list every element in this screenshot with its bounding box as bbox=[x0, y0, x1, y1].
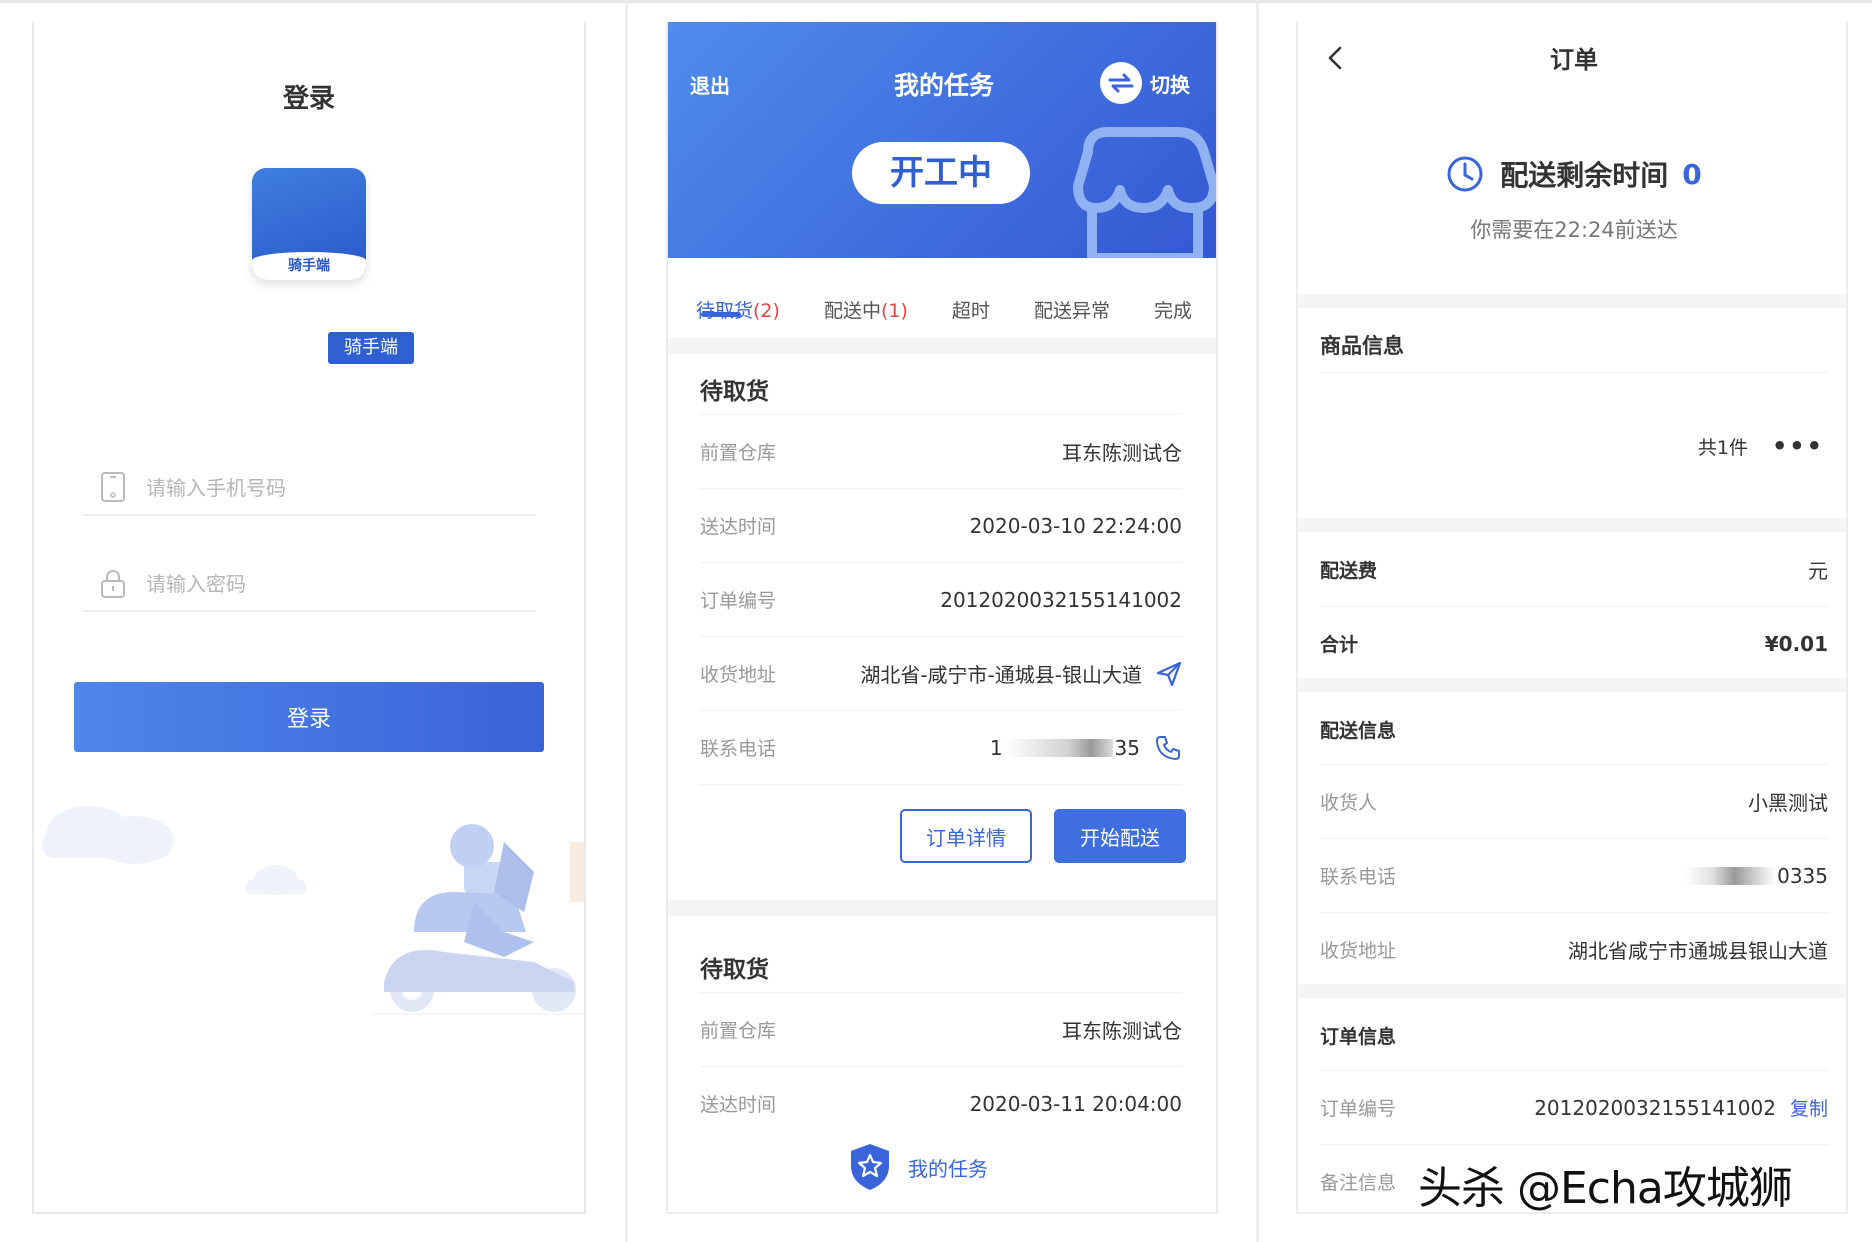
lock-icon bbox=[101, 570, 125, 598]
login-screen: 登录 骑手端 骑手端 登录 bbox=[32, 22, 586, 1214]
phone-row: 联系电话 0335 bbox=[1320, 838, 1828, 912]
section-gap-4 bbox=[1298, 984, 1846, 998]
card1-row-order-no: 订单编号 2012020032155141002 bbox=[700, 562, 1182, 636]
top-border bbox=[0, 0, 1872, 3]
card1-row-delivery-time: 送达时间 2020-03-10 22:24:00 bbox=[700, 488, 1182, 562]
card2-title: 待取货 bbox=[700, 957, 769, 983]
app-logo-text: 骑手端 bbox=[252, 252, 366, 280]
section-gap bbox=[1298, 294, 1846, 308]
items-summary: 共1件 ••• bbox=[1697, 432, 1824, 460]
task-tabs: 待取货(2) 配送中(1) 超时 配送异常 完成 bbox=[668, 258, 1216, 344]
clock-icon bbox=[1447, 156, 1483, 192]
password-input[interactable] bbox=[146, 566, 506, 602]
card1-row-address: 收货地址 湖北省-咸宁市-通城县-银山大道 bbox=[700, 636, 1182, 710]
section-gap-3 bbox=[1298, 678, 1846, 692]
order-section-title: 订单信息 bbox=[1320, 1026, 1397, 1048]
active-tab-indicator bbox=[701, 312, 741, 317]
tasks-header: 退出 我的任务 切换 开工中 bbox=[668, 22, 1216, 258]
goods-divider bbox=[1320, 372, 1828, 373]
bottom-nav-my-tasks[interactable]: 我的任务 bbox=[848, 1142, 988, 1192]
order-screen: 订单 配送剩余时间 0 你需要在22:24前送达 商品信息 共1件 ••• 配送… bbox=[1296, 22, 1848, 1214]
switch-button[interactable]: 切换 bbox=[1100, 62, 1190, 104]
divider-1 bbox=[625, 0, 628, 1242]
card1-row-warehouse: 前置仓库 耳东陈测试仓 bbox=[700, 414, 1182, 488]
phone-icon bbox=[101, 472, 125, 502]
cloud-icon bbox=[42, 806, 174, 864]
password-field bbox=[82, 556, 536, 612]
back-icon[interactable] bbox=[1320, 38, 1350, 78]
goods-section-title: 商品信息 bbox=[1320, 334, 1404, 358]
remaining-time: 配送剩余时间 0 bbox=[1298, 154, 1846, 194]
masked-phone bbox=[1685, 866, 1776, 885]
scooter-icon bbox=[374, 824, 584, 1015]
call-icon[interactable] bbox=[1154, 734, 1182, 762]
card1-title: 待取货 bbox=[700, 379, 769, 405]
total-row: 合计 ¥0.01 bbox=[1320, 606, 1828, 680]
tab-timeout[interactable]: 超时 bbox=[952, 258, 990, 344]
tab-delivering[interactable]: 配送中(1) bbox=[824, 258, 908, 344]
app-logo: 骑手端 bbox=[252, 168, 366, 280]
bottom-nav-label: 我的任务 bbox=[908, 1156, 988, 1181]
rider-badge: 骑手端 bbox=[328, 332, 414, 364]
phone-field bbox=[82, 460, 536, 516]
switch-label: 切换 bbox=[1150, 72, 1190, 97]
section-gap bbox=[668, 338, 1216, 354]
start-delivery-button[interactable]: 开始配送 bbox=[1054, 809, 1186, 863]
section-gap-2 bbox=[668, 900, 1216, 916]
switch-icon bbox=[1100, 62, 1142, 104]
masked-phone bbox=[1004, 738, 1113, 757]
section-gap-2 bbox=[1298, 518, 1846, 532]
navigate-icon[interactable] bbox=[1156, 661, 1182, 687]
card2-row-delivery-time: 送达时间 2020-03-11 20:04:00 bbox=[700, 1066, 1182, 1140]
work-status-button[interactable]: 开工中 bbox=[852, 142, 1030, 204]
rider-illustration bbox=[42, 806, 584, 1015]
tab-delivery-exception[interactable]: 配送异常 bbox=[1034, 258, 1110, 344]
shield-star-icon bbox=[851, 1144, 889, 1190]
receiver-row: 收货人 小黑测试 bbox=[1320, 764, 1828, 838]
card2-row-warehouse: 前置仓库 耳东陈测试仓 bbox=[700, 992, 1182, 1066]
tab-completed[interactable]: 完成 bbox=[1154, 258, 1192, 344]
deliver-before: 你需要在22:24前送达 bbox=[1470, 218, 1678, 242]
card1-row-phone: 联系电话 1 35 bbox=[700, 710, 1182, 784]
watermark: 头杀 @Echa攻城狮 bbox=[1418, 1163, 1793, 1214]
login-title: 登录 bbox=[282, 84, 335, 114]
order-no-row: 订单编号 2012020032155141002 复制 bbox=[1320, 1070, 1828, 1144]
card1-bottom-line bbox=[700, 784, 1182, 785]
order-title: 订单 bbox=[1550, 46, 1598, 74]
order-detail-button[interactable]: 订单详情 bbox=[900, 809, 1032, 863]
exit-button[interactable]: 退出 bbox=[690, 70, 730, 99]
phone-input[interactable] bbox=[146, 470, 506, 506]
tab-pending-pickup[interactable]: 待取货(2) bbox=[696, 258, 780, 344]
tasks-screen: 退出 我的任务 切换 开工中 待取货(2) 配送中(1) 超时 配送异常 完成 … bbox=[666, 22, 1218, 1214]
divider-2 bbox=[1256, 0, 1259, 1242]
delivery-section-title: 配送信息 bbox=[1320, 720, 1397, 742]
shop-icon bbox=[1073, 127, 1216, 258]
more-icon[interactable]: ••• bbox=[1772, 432, 1824, 460]
copy-button[interactable]: 复制 bbox=[1790, 1094, 1828, 1121]
small-cloud-icon bbox=[246, 865, 306, 895]
login-button[interactable]: 登录 bbox=[74, 682, 544, 752]
address-row: 收货地址 湖北省咸宁市通城县银山大道 bbox=[1320, 912, 1828, 986]
fee-row: 配送费 元 bbox=[1320, 558, 1828, 583]
